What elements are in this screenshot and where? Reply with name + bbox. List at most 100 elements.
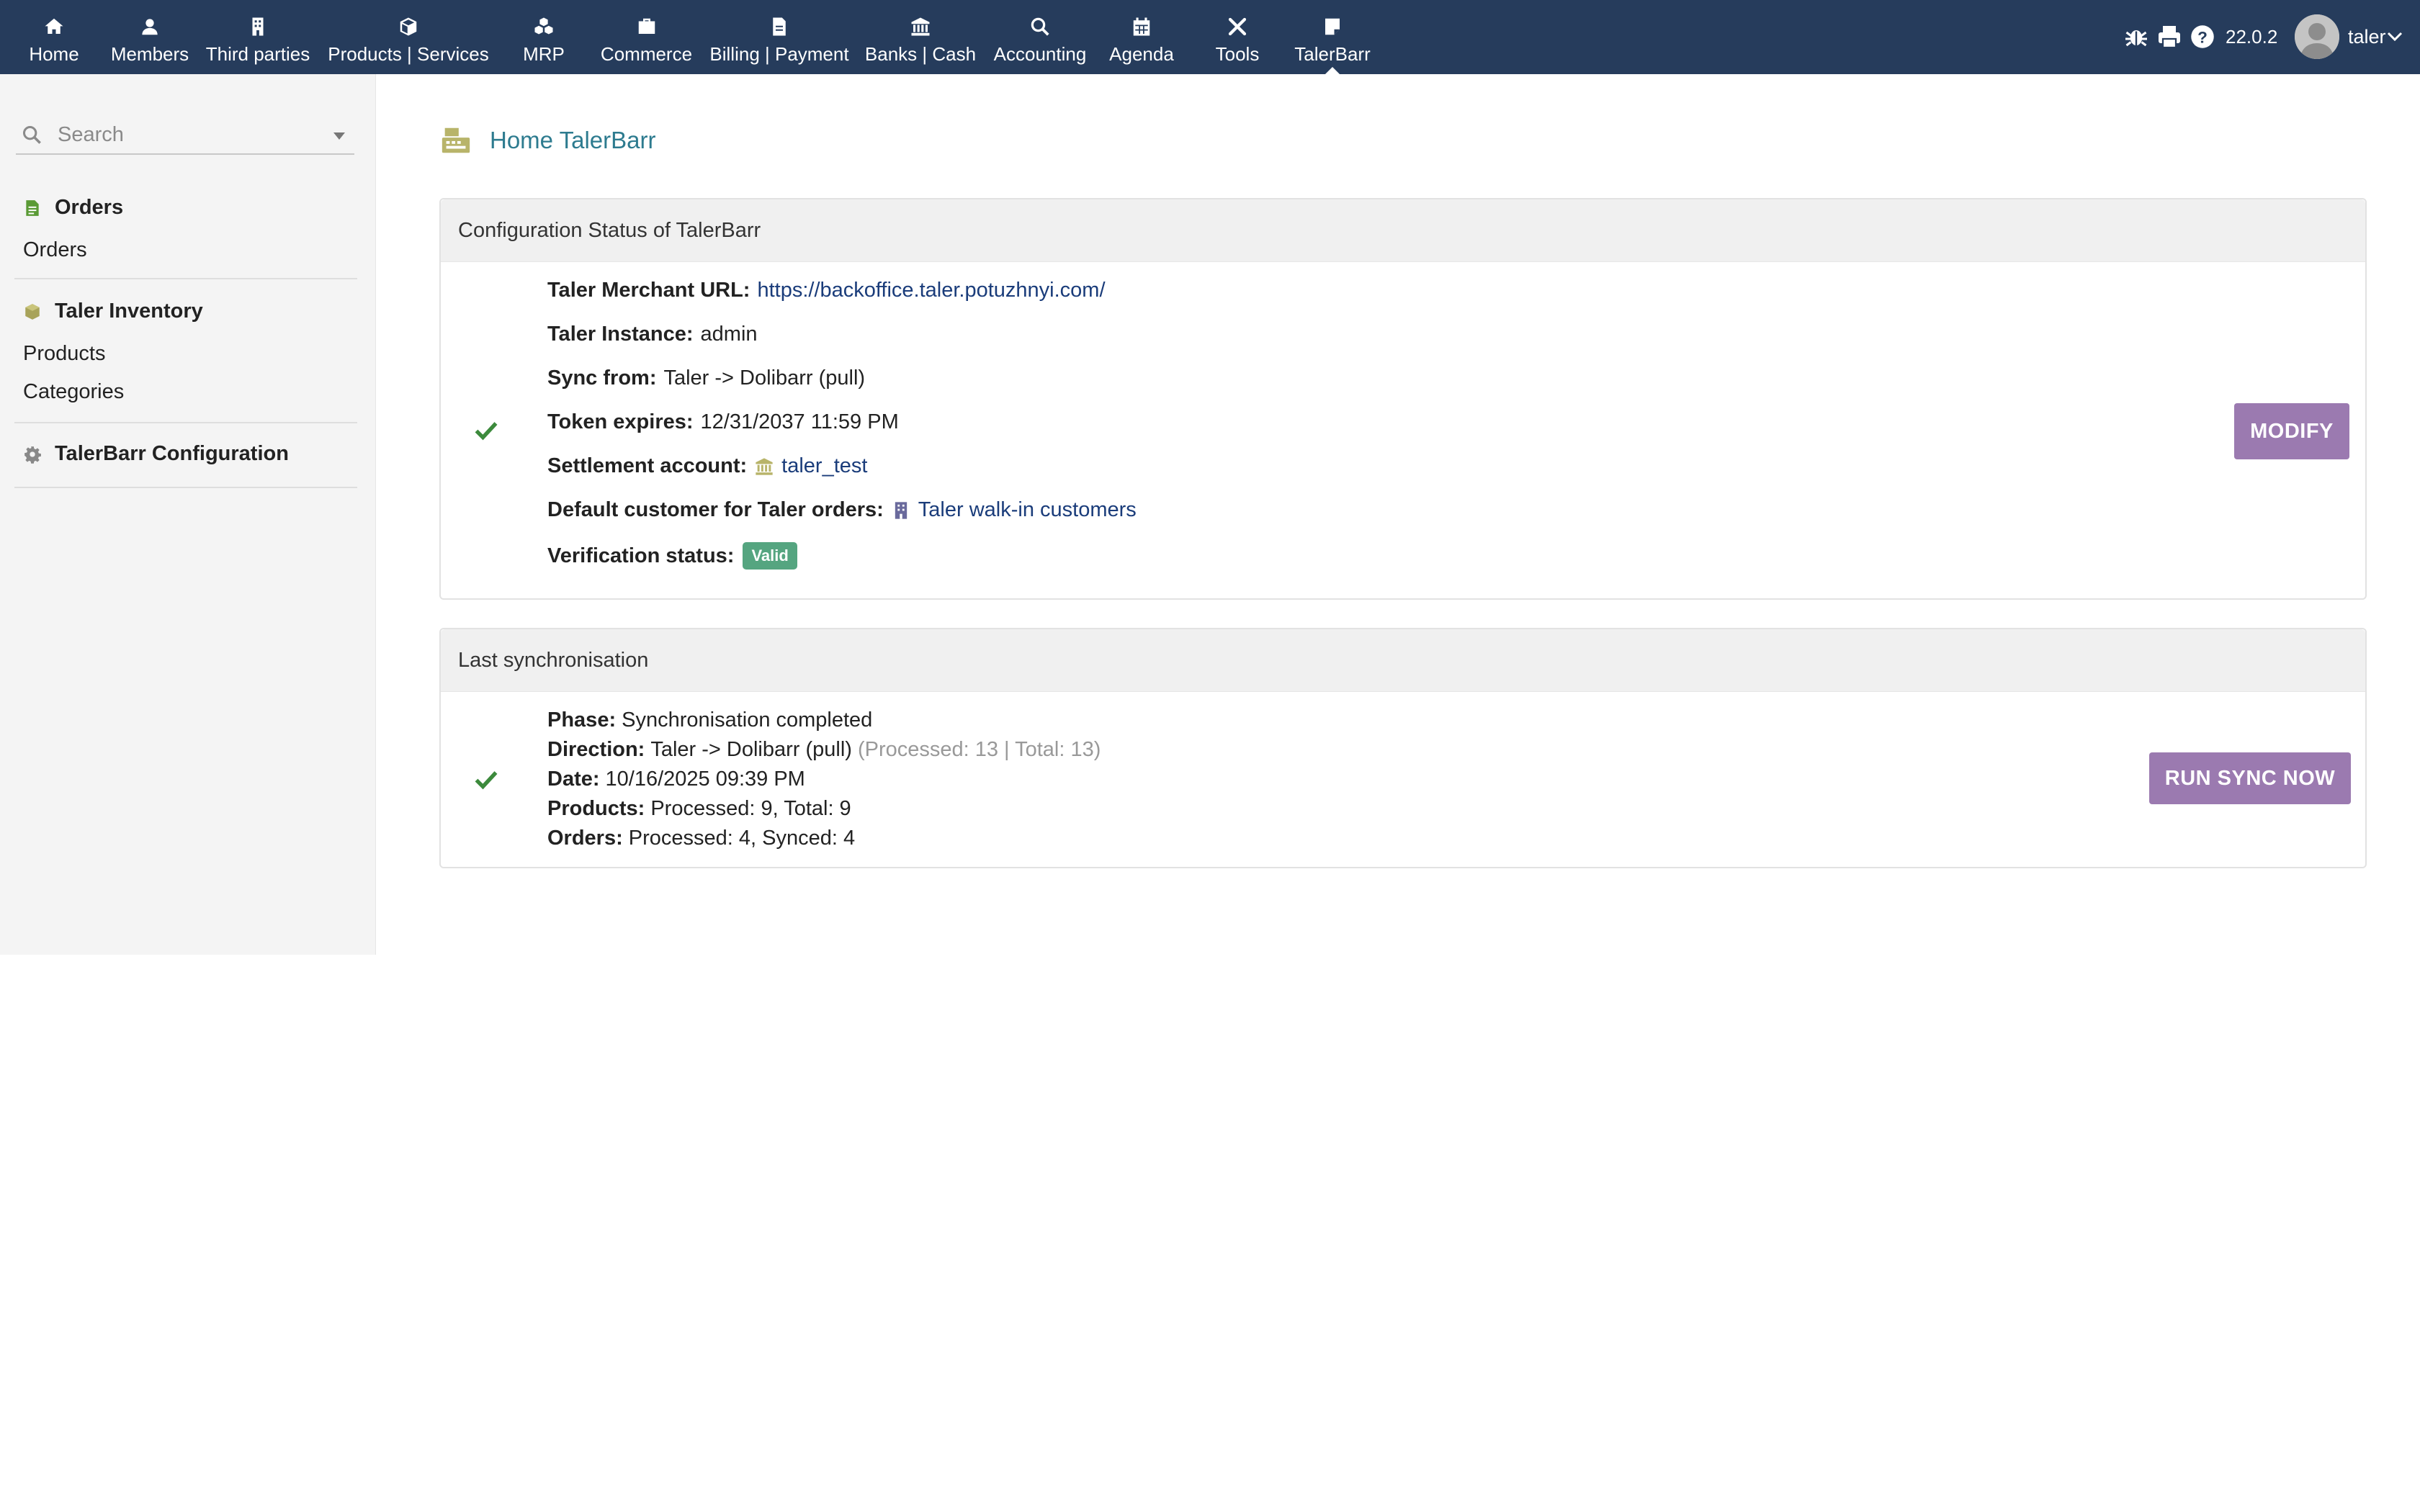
orders-icon	[26, 199, 39, 216]
username[interactable]: taler	[2348, 26, 2386, 48]
instance-value: admin	[700, 323, 758, 346]
cubes-icon	[534, 17, 553, 35]
nav-billing-payment[interactable]: Billing | Payment	[707, 0, 851, 74]
avatar-placeholder-icon	[2295, 14, 2339, 59]
last-synchronisation-panel: Last synchronisation Phase: Synchronisat…	[439, 628, 2367, 868]
cash-register-icon	[442, 127, 470, 153]
sidebar-item-products[interactable]: Products	[23, 342, 105, 366]
building-icon	[252, 17, 264, 36]
chevron-down-icon[interactable]	[333, 132, 346, 140]
home-icon	[45, 18, 63, 34]
nav-agenda[interactable]: Agenda	[1106, 0, 1178, 74]
phase-label: Phase:	[547, 708, 617, 732]
sidebar-item-talerbarr-configuration[interactable]: TalerBarr Configuration	[23, 442, 289, 466]
verification-status-row: Verification status: Valid	[547, 542, 797, 570]
nav-accounting-label: Accounting	[993, 43, 1087, 65]
invoice-icon	[773, 17, 786, 36]
user-icon	[142, 19, 158, 35]
check-icon	[475, 771, 498, 790]
default-customer-link[interactable]: Taler walk-in customers	[918, 498, 1137, 522]
merchant-url-row: Taler Merchant URL: https://backoffice.t…	[547, 279, 1106, 302]
orders-label: Orders:	[547, 827, 623, 850]
sidebar-item-label: Taler Inventory	[55, 300, 203, 323]
sidebar-section-configuration: TalerBarr Configuration	[14, 422, 357, 488]
nav-products-services[interactable]: Products | Services	[326, 0, 491, 74]
note-icon	[1325, 18, 1340, 35]
merchant-url-link[interactable]: https://backoffice.taler.potuzhnyi.com/	[757, 279, 1105, 302]
box-icon	[25, 303, 40, 320]
run-sync-now-button[interactable]: RUN SYNC NOW	[2149, 752, 2351, 804]
sync-from-label: Sync from:	[547, 366, 657, 390]
sync-from-row: Sync from: Taler -> Dolibarr (pull)	[547, 366, 865, 390]
settlement-account-row: Settlement account: taler_test	[547, 454, 867, 478]
date-label: Date:	[547, 768, 600, 791]
nav-mrp[interactable]: MRP	[511, 0, 576, 74]
instance-label: Taler Instance:	[547, 323, 694, 346]
nav-home[interactable]: Home	[22, 0, 86, 74]
products-value: Processed: 9, Total: 9	[650, 797, 851, 820]
avatar[interactable]	[2295, 14, 2339, 59]
bank-icon	[911, 17, 930, 36]
phase-row: Phase: Synchronisation completed	[547, 708, 872, 732]
search-icon	[22, 125, 41, 144]
date-row: Date: 10/16/2025 09:39 PM	[547, 768, 805, 791]
token-expires-label: Token expires:	[547, 410, 694, 433]
sidebar-item-categories[interactable]: Categories	[23, 380, 124, 404]
default-customer-row: Default customer for Taler orders: Taler…	[547, 498, 1137, 522]
nav-banks-cash-label: Banks | Cash	[864, 43, 977, 65]
nav-mrp-label: MRP	[523, 43, 565, 65]
tools-icon	[1228, 17, 1247, 36]
settlement-account-link[interactable]: taler_test	[781, 454, 867, 478]
left-sidebar: Orders Orders Taler Inventory Products C…	[0, 74, 376, 955]
configuration-status-heading: Configuration Status of TalerBarr	[441, 199, 2365, 262]
nav-billing-payment-label: Billing | Payment	[709, 43, 849, 65]
active-tab-indicator	[1325, 67, 1340, 74]
nav-talerbarr[interactable]: TalerBarr	[1289, 0, 1376, 74]
direction-label: Direction:	[547, 738, 645, 761]
verification-status-label: Verification status:	[547, 544, 735, 567]
version-number: 22.0.2	[2226, 26, 2278, 48]
nav-agenda-label: Agenda	[1109, 43, 1174, 65]
top-menu-bar: Home Members Third parties Products | Se…	[0, 0, 2420, 74]
configuration-status-panel: Configuration Status of TalerBarr Taler …	[439, 198, 2367, 600]
nav-commerce-label: Commerce	[600, 43, 693, 65]
nav-members-label: Members	[110, 43, 189, 65]
sidebar-item-orders[interactable]: Orders	[23, 238, 87, 262]
token-expires-value: 12/31/2037 11:59 PM	[700, 410, 899, 433]
products-label: Products:	[547, 797, 645, 820]
nav-third-parties-label: Third parties	[205, 43, 310, 65]
default-customer-label: Default customer for Taler orders:	[547, 498, 884, 521]
search-input[interactable]	[56, 117, 318, 152]
bug-icon[interactable]	[2123, 24, 2149, 50]
nav-tools[interactable]: Tools	[1201, 0, 1273, 74]
direction-stats: (Processed: 13 | Total: 13)	[857, 738, 1101, 761]
sidebar-section-orders: Orders Orders	[14, 186, 357, 279]
sidebar-item-taler-inventory-heading[interactable]: Taler Inventory	[23, 300, 203, 323]
date-value: 10/16/2025 09:39 PM	[605, 768, 805, 791]
token-expires-row: Token expires: 12/31/2037 11:59 PM	[547, 410, 899, 434]
instance-row: Taler Instance: admin	[547, 323, 758, 346]
gear-icon	[24, 446, 41, 464]
briefcase-icon	[638, 18, 655, 34]
search-dollar-icon	[1031, 17, 1049, 36]
sync-from-value: Taler -> Dolibarr (pull)	[663, 366, 866, 390]
sidebar-item-orders-heading[interactable]: Orders	[23, 196, 123, 220]
help-icon[interactable]: ?	[2190, 24, 2215, 50]
cube-icon	[400, 17, 417, 36]
nav-accounting[interactable]: Accounting	[992, 0, 1088, 74]
nav-members[interactable]: Members	[107, 0, 193, 74]
svg-text:?: ?	[2197, 28, 2208, 46]
last-synchronisation-heading: Last synchronisation	[441, 629, 2365, 692]
chevron-down-icon[interactable]	[2387, 32, 2403, 42]
nav-talerbarr-label: TalerBarr	[1294, 43, 1371, 65]
modify-button[interactable]: MODIFY	[2234, 403, 2349, 459]
nav-commerce[interactable]: Commerce	[594, 0, 699, 74]
nav-products-services-label: Products | Services	[328, 43, 489, 65]
nav-banks-cash[interactable]: Banks | Cash	[863, 0, 978, 74]
products-row: Products: Processed: 9, Total: 9	[547, 797, 851, 821]
settlement-account-label: Settlement account:	[547, 454, 748, 477]
sidebar-item-label: Orders	[55, 196, 124, 219]
print-icon[interactable]	[2156, 24, 2182, 50]
nav-third-parties[interactable]: Third parties	[204, 0, 312, 74]
orders-row: Orders: Processed: 4, Synced: 4	[547, 827, 855, 850]
